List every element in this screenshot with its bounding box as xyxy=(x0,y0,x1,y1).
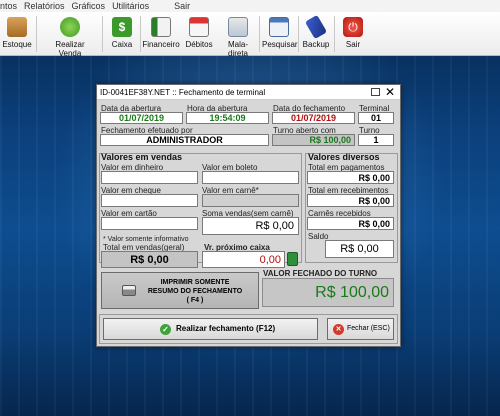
toolbar-debitos-button[interactable]: Débitos xyxy=(184,14,214,54)
soma-vendas-field: R$ 0,00 xyxy=(202,217,299,235)
turno-field: 1 xyxy=(358,134,394,146)
carnes-recebidos-field: R$ 0,00 xyxy=(307,217,394,230)
toolbar-sair-button[interactable]: ⏻ Sair xyxy=(340,14,366,54)
menu-item-graficos[interactable]: Gráficos xyxy=(72,1,106,11)
restore-icon[interactable] xyxy=(371,88,380,96)
toolbar-separator xyxy=(102,16,103,52)
imprimir-line1: IMPRIMIR SOMENTE xyxy=(160,279,230,286)
check-icon: ✓ xyxy=(160,324,171,335)
imprimir-resumo-button[interactable]: IMPRIMIR SOMENTE RESUMO DO FECHAMENTO ( … xyxy=(101,272,259,309)
imprimir-line2: RESUMO DO FECHAMENTO xyxy=(147,288,243,295)
menu-item-sair[interactable]: Sair xyxy=(174,1,190,11)
valores-diversos-title: Valores diversos xyxy=(308,152,380,162)
fechar-label: Fechar (ESC) xyxy=(347,325,390,332)
toolbar-realizar-venda-button[interactable]: Realizar Venda xyxy=(44,14,96,58)
valor-fechado-label: VALOR FECHADO DO TURNO xyxy=(263,269,378,278)
menu-item-relatorios[interactable]: Relatórios xyxy=(24,1,65,11)
boxes-icon xyxy=(7,17,27,37)
valor-fechado-panel: R$ 100,00 xyxy=(262,278,394,307)
valor-cartao-input[interactable] xyxy=(101,217,198,230)
toolbar-pesquisar-button[interactable]: Pesquisar xyxy=(262,14,298,54)
valor-cheque-input[interactable] xyxy=(101,194,198,207)
saldo-field: R$ 0,00 xyxy=(325,240,394,258)
toolbar-caixa-button[interactable]: $ Caixa xyxy=(108,14,136,54)
toolbar-separator xyxy=(259,16,260,52)
calculator-icon[interactable] xyxy=(287,252,298,266)
toolbar-separator xyxy=(36,16,37,52)
dollar-icon: $ xyxy=(112,17,132,37)
usb-drive-icon xyxy=(304,14,328,40)
efetuado-por-field: ADMINISTRADOR xyxy=(100,134,269,146)
fechar-button[interactable]: ✕ Fechar (ESC) xyxy=(327,318,394,340)
total-recebimentos-field: R$ 0,00 xyxy=(307,194,394,207)
valor-dinheiro-input[interactable] xyxy=(101,171,198,184)
toolbar-financeiro-button[interactable]: Financeiro xyxy=(142,14,180,54)
cancel-icon: ✕ xyxy=(333,324,344,335)
imprimir-line3: ( F4 ) xyxy=(186,297,204,304)
search-window-icon xyxy=(269,17,289,37)
toolbar-backup-button[interactable]: Backup xyxy=(302,14,330,54)
dialog-title: ID-0041EF38Y.NET :: Fechamento de termin… xyxy=(100,88,266,97)
hora-abertura-field: 19:54:09 xyxy=(186,112,269,124)
total-geral-field: R$ 0,00 xyxy=(101,251,198,268)
valor-carne-input[interactable] xyxy=(202,194,299,207)
menu-bar: ntos Relatórios Gráficos Utilitários Sai… xyxy=(0,0,500,12)
shopping-cart-icon xyxy=(60,17,80,37)
valores-vendas-title: Valores em vendas xyxy=(101,152,183,162)
toolbar-separator xyxy=(334,16,335,52)
informativo-note: * Valor somente informativo xyxy=(103,236,189,243)
realizar-fechamento-button[interactable]: ✓ Realizar fechamento (F12) xyxy=(103,318,318,340)
dialog-title-bar: ID-0041EF38Y.NET :: Fechamento de termin… xyxy=(97,85,400,100)
toolbar-separator xyxy=(140,16,141,52)
valor-fechado-value: R$ 100,00 xyxy=(315,284,389,301)
power-icon: ⏻ xyxy=(343,17,363,37)
calendar-icon xyxy=(189,17,209,37)
close-icon[interactable]: ✕ xyxy=(385,85,395,100)
toolbar-mala-direta-button[interactable]: Mala-direta xyxy=(219,14,257,58)
total-pagamentos-field: R$ 0,00 xyxy=(307,171,394,184)
printer-icon xyxy=(122,285,136,296)
spreadsheet-icon xyxy=(151,17,171,37)
toolbar-estoque-button[interactable]: Estoque xyxy=(2,14,32,54)
mail-icon xyxy=(228,17,248,37)
fechamento-terminal-dialog: ID-0041EF38Y.NET :: Fechamento de termin… xyxy=(96,84,401,347)
main-toolbar: Estoque Realizar Venda $ Caixa Financeir… xyxy=(0,12,500,58)
data-fechamento-field: 01/07/2019 xyxy=(272,112,355,124)
data-abertura-field: 01/07/2019 xyxy=(100,112,183,124)
turno-aberto-field: R$ 100,00 xyxy=(272,134,355,146)
menu-item-utilitarios[interactable]: Utilitários xyxy=(112,1,149,11)
valor-boleto-input[interactable] xyxy=(202,171,299,184)
menu-item-cadastros[interactable]: ntos xyxy=(0,1,17,11)
toolbar-separator xyxy=(298,16,299,52)
proximo-caixa-input[interactable]: 0,00 xyxy=(202,251,285,268)
realizar-fechamento-label: Realizar fechamento (F12) xyxy=(176,324,276,333)
terminal-field: 01 xyxy=(358,112,394,124)
